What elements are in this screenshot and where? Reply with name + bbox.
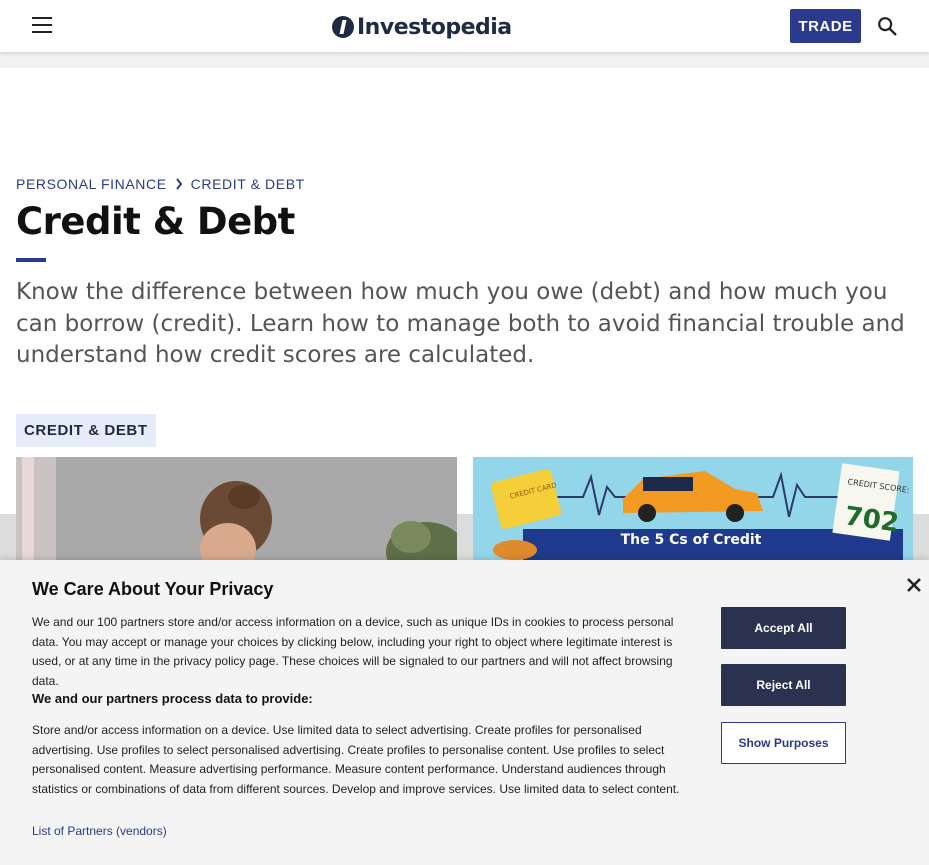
article-card-image-1[interactable] (16, 457, 457, 577)
page: Investopedia TRADE PERSONAL FINANCE CRED… (0, 0, 929, 865)
logo-mark-icon (332, 16, 354, 38)
breadcrumb-credit-debt[interactable]: CREDIT & DEBT (191, 176, 305, 192)
reject-all-button[interactable]: Reject All (721, 664, 846, 706)
privacy-consent-panel: We Care About Your Privacy We and our 10… (0, 560, 929, 865)
privacy-body-text: We and our 100 partners store and/or acc… (32, 615, 674, 688)
trade-button[interactable]: TRADE (790, 9, 861, 43)
site-header: Investopedia TRADE (0, 0, 929, 52)
breadcrumb: PERSONAL FINANCE CREDIT & DEBT (16, 176, 305, 192)
article-card-image-2[interactable]: CREDIT CARD The 5 Cs of Credit CREDIT SC… (473, 457, 913, 577)
accept-all-button[interactable]: Accept All (721, 607, 846, 649)
logo-text: Investopedia (357, 14, 512, 40)
privacy-title: We Care About Your Privacy (32, 579, 274, 599)
search-icon[interactable] (876, 15, 898, 37)
privacy-subheading: We and our partners process data to prov… (32, 691, 313, 706)
section-tag[interactable]: CREDIT & DEBT (16, 414, 156, 447)
close-icon[interactable] (904, 575, 924, 595)
page-intro: Know the difference between how much you… (16, 279, 905, 368)
page-title: Credit & Debt (16, 200, 295, 243)
show-purposes-button[interactable]: Show Purposes (721, 722, 846, 764)
partners-list-link[interactable]: List of Partners (vendors) (32, 824, 167, 838)
woman-photo-illustration (16, 457, 457, 577)
credit-illustration: CREDIT CARD The 5 Cs of Credit CREDIT SC… (473, 457, 913, 577)
header-divider (0, 52, 929, 68)
title-underline (16, 258, 46, 262)
site-logo[interactable]: Investopedia (332, 12, 512, 42)
privacy-purposes-text: Store and/or access information on a dev… (32, 723, 680, 796)
menu-icon[interactable] (32, 17, 52, 35)
breadcrumb-personal-finance[interactable]: PERSONAL FINANCE (16, 176, 167, 192)
chevron-right-icon (175, 178, 182, 190)
card-banner-text: The 5 Cs of Credit (621, 532, 762, 548)
